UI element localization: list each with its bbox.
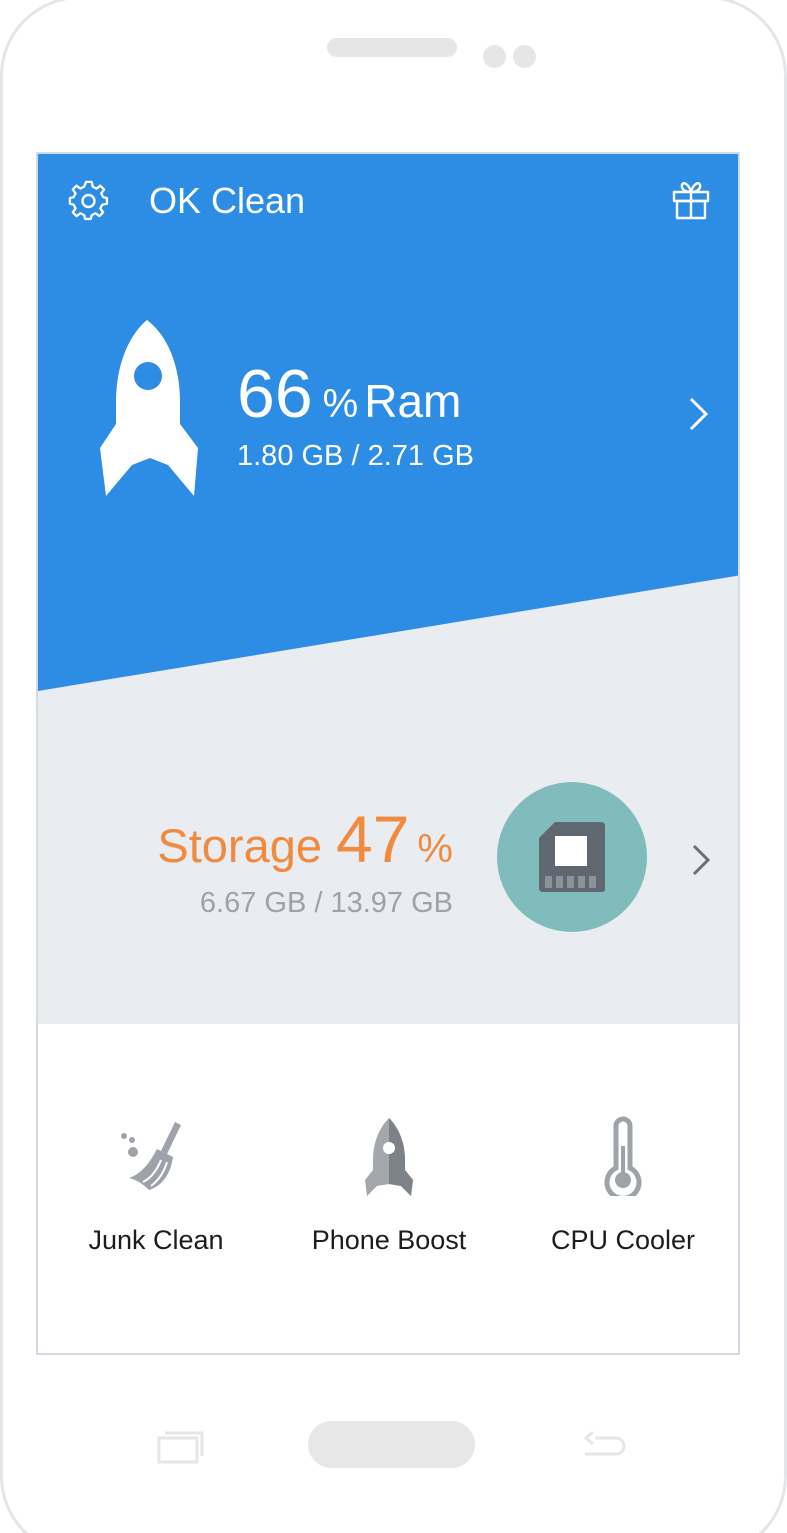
rocket-icon: [100, 320, 198, 496]
junk-clean-button[interactable]: Junk Clean: [38, 1024, 272, 1353]
recent-apps-button[interactable]: [157, 1430, 205, 1464]
cpu-cooler-label: CPU Cooler: [550, 1225, 696, 1255]
hero-panel: OK Clean 66% Ram 1.80 GB / 2.71 GB Stora…: [38, 154, 738, 1024]
tools-panel: Junk Clean Phone Boost CPU Cooler: [38, 1024, 738, 1353]
chevron-right-icon: [689, 397, 709, 431]
phone-boost-label: Phone Boost: [311, 1225, 467, 1255]
gift-button[interactable]: [670, 179, 712, 221]
ram-percent-unit: %: [322, 382, 359, 426]
rocket-icon: [365, 1118, 413, 1196]
chevron-right-icon: [692, 844, 711, 876]
phone-camera-icon: [483, 45, 506, 68]
phone-speaker: [327, 38, 457, 57]
storage-percent-unit: %: [417, 827, 453, 871]
home-button[interactable]: [308, 1421, 475, 1468]
storage-percent-value: 47: [336, 802, 410, 876]
phone-boost-button[interactable]: Phone Boost: [272, 1024, 506, 1353]
sd-card-icon: [539, 822, 605, 892]
storage-detail: 6.67 GB / 13.97 GB: [199, 887, 453, 919]
storage-usage: Storage 47%: [157, 799, 453, 898]
ram-label: Ram: [364, 375, 462, 427]
app-screen: OK Clean 66% Ram 1.80 GB / 2.71 GB Stora…: [36, 152, 740, 1355]
app-title: OK Clean: [149, 180, 306, 221]
settings-button[interactable]: [68, 180, 110, 222]
ram-card[interactable]: 66% Ram 1.80 GB / 2.71 GB: [38, 304, 738, 504]
ram-detail: 1.80 GB / 2.71 GB: [237, 440, 474, 472]
gear-icon: [68, 180, 109, 221]
ram-usage: 66% Ram: [237, 354, 461, 453]
cpu-cooler-button[interactable]: CPU Cooler: [506, 1024, 738, 1353]
phone-sensor-icon: [513, 45, 536, 68]
junk-clean-label: Junk Clean: [88, 1225, 224, 1255]
storage-card[interactable]: Storage 47% 6.67 GB / 13.97 GB: [38, 769, 738, 949]
sd-card-badge: [497, 782, 647, 932]
thermometer-icon: [604, 1116, 642, 1196]
ram-percent-value: 66: [237, 356, 313, 432]
broom-icon: [121, 1122, 181, 1190]
back-button[interactable]: [581, 1430, 627, 1460]
recent-apps-icon: [157, 1431, 204, 1464]
storage-label: Storage: [157, 819, 322, 872]
gift-icon: [672, 182, 710, 220]
back-icon: [583, 1430, 626, 1456]
